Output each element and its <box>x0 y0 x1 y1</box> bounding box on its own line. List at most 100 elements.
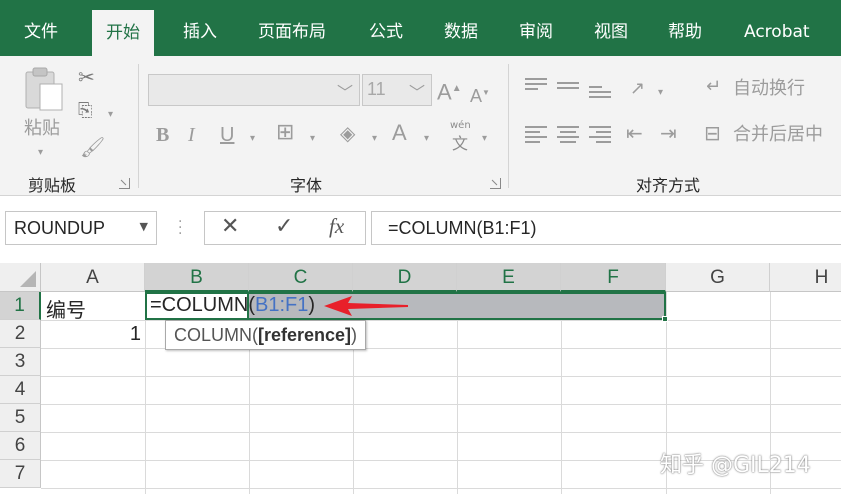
tab-data[interactable]: 数据 <box>444 0 478 56</box>
clipboard-icon <box>25 67 63 111</box>
row-header-6[interactable]: 6 <box>0 432 41 460</box>
select-all-button[interactable] <box>0 263 41 292</box>
grid-line <box>145 292 146 494</box>
align-top-icon[interactable] <box>525 78 547 96</box>
grid-line <box>41 376 841 377</box>
cancel-icon[interactable]: ✕ <box>221 214 239 239</box>
ribbon-tab-bar: 文件 开始 插入 页面布局 公式 数据 审阅 视图 帮助 Acrobat <box>0 0 841 56</box>
font-size-combo[interactable]: 11 ﹀ <box>362 74 432 106</box>
align-middle-icon[interactable] <box>557 82 579 100</box>
font-launcher-icon[interactable] <box>490 178 501 189</box>
orientation-dropdown-icon[interactable]: ▾ <box>658 82 663 104</box>
formula-buttons: ✕ ✓ fx <box>204 211 366 245</box>
grid-line <box>41 488 841 489</box>
group-divider <box>138 64 139 188</box>
phonetic-guide-icon[interactable]: wén 文 <box>448 120 476 153</box>
grid-line <box>41 432 841 433</box>
align-left-icon[interactable] <box>525 126 547 144</box>
tab-help[interactable]: 帮助 <box>668 0 702 56</box>
border-dropdown-icon[interactable]: ▾ <box>310 128 315 150</box>
name-box[interactable]: ROUNDUP ▼ <box>5 211 157 245</box>
underline-icon[interactable]: U <box>220 124 234 146</box>
cell-a1[interactable]: 编号 <box>46 294 86 323</box>
column-header-f[interactable]: F <box>561 263 666 292</box>
row-header-4[interactable]: 4 <box>0 376 41 404</box>
cell-b1-editor[interactable]: =COLUMN(B1:F1) <box>150 294 315 317</box>
underline-dropdown-icon[interactable]: ▾ <box>250 128 255 150</box>
format-painter-icon[interactable]: 🖌 <box>80 136 105 158</box>
column-header-e[interactable]: E <box>457 263 561 292</box>
alignment-group-label: 对齐方式 <box>636 176 701 195</box>
align-bottom-icon[interactable] <box>589 86 611 104</box>
decrease-font-icon[interactable]: A▼ <box>470 82 490 107</box>
tab-file[interactable]: 文件 <box>24 0 58 56</box>
tooltip-argument[interactable]: [reference] <box>258 325 351 345</box>
italic-icon[interactable]: I <box>188 124 195 146</box>
edit-reference: B1:F1 <box>255 294 309 316</box>
column-header-c[interactable]: C <box>249 263 353 292</box>
edit-suffix: ) <box>308 294 316 316</box>
chevron-down-icon: ﹀ <box>336 83 353 102</box>
row-header-3[interactable]: 3 <box>0 348 41 376</box>
function-tooltip: COLUMN([reference]) <box>165 320 367 350</box>
cut-icon[interactable]: ✂ <box>78 66 95 88</box>
tab-home[interactable]: 开始 <box>92 10 154 56</box>
enter-icon[interactable]: ✓ <box>275 214 293 239</box>
name-box-value: ROUNDUP <box>14 218 106 238</box>
increase-font-icon[interactable]: A▲ <box>437 78 462 103</box>
font-size-value: 11 <box>367 79 386 99</box>
row-header-5[interactable]: 5 <box>0 404 41 432</box>
increase-indent-icon[interactable]: ⇥ <box>660 122 677 144</box>
tooltip-suffix: ) <box>351 325 358 345</box>
formula-bar-splitter[interactable]: · · · <box>178 215 182 241</box>
fill-color-icon[interactable]: ◈ <box>340 122 355 144</box>
align-right-icon[interactable] <box>589 126 611 144</box>
orientation-icon[interactable]: ↗ <box>630 78 645 100</box>
formula-input[interactable]: =COLUMN(B1:F1) <box>371 211 841 245</box>
ribbon-home: 粘贴 ▾ ✂ ⎘ ▾ 🖌 剪贴板 ﹀ 11 ﹀ A▲ A▼ B I U ▾ ⊞ … <box>0 56 841 196</box>
font-name-combo[interactable]: ﹀ <box>148 74 360 106</box>
worksheet-grid[interactable]: A B C D E F G H 1 2 3 4 5 6 7 编号 1 =COLU… <box>0 263 841 494</box>
cell-a2[interactable]: 1 <box>41 323 141 346</box>
phonetic-bottom-glyph: 文 <box>452 134 469 153</box>
group-divider <box>508 64 509 188</box>
tab-review[interactable]: 审阅 <box>519 0 553 56</box>
name-box-dropdown-icon[interactable]: ▼ <box>140 220 148 233</box>
copy-dropdown-icon[interactable]: ▾ <box>108 104 113 126</box>
fill-dropdown-icon[interactable]: ▾ <box>372 128 377 150</box>
excel-window: 文件 开始 插入 页面布局 公式 数据 审阅 视图 帮助 Acrobat 粘贴 … <box>0 0 841 494</box>
grid-line <box>41 320 841 321</box>
align-center-icon[interactable] <box>557 126 579 144</box>
bold-icon[interactable]: B <box>156 124 169 146</box>
wrap-text-button[interactable]: 自动换行 <box>733 78 805 100</box>
decrease-indent-icon[interactable]: ⇤ <box>626 122 643 144</box>
merge-center-button[interactable]: 合并后居中 <box>733 124 823 146</box>
row-header-2[interactable]: 2 <box>0 320 41 348</box>
column-header-g[interactable]: G <box>666 263 770 292</box>
copy-icon[interactable]: ⎘ <box>78 100 92 122</box>
row-header-1[interactable]: 1 <box>0 292 41 320</box>
tab-acrobat[interactable]: Acrobat <box>744 0 810 56</box>
insert-function-icon[interactable]: fx <box>329 214 344 239</box>
border-icon[interactable]: ⊞ <box>276 122 294 144</box>
row-header-7[interactable]: 7 <box>0 460 41 488</box>
paste-dropdown-icon[interactable]: ▾ <box>38 142 43 164</box>
tab-formulas[interactable]: 公式 <box>369 0 403 56</box>
merge-center-icon[interactable]: ⊟ <box>704 122 721 144</box>
fill-handle[interactable] <box>662 316 668 322</box>
clipboard-launcher-icon[interactable] <box>119 178 130 189</box>
phonetic-dropdown-icon[interactable]: ▾ <box>482 128 487 150</box>
column-header-d[interactable]: D <box>353 263 457 292</box>
paste-button[interactable]: 粘贴 ▾ <box>20 66 68 160</box>
wrap-text-icon[interactable]: ↵ <box>706 76 721 98</box>
font-color-dropdown-icon[interactable]: ▾ <box>424 128 429 150</box>
tab-page-layout[interactable]: 页面布局 <box>258 0 326 56</box>
column-header-b[interactable]: B <box>145 263 249 292</box>
formula-bar: ROUNDUP ▼ · · · ✕ ✓ fx =COLUMN(B1:F1) <box>0 197 841 263</box>
column-header-a[interactable]: A <box>41 263 145 292</box>
font-group-label: 字体 <box>290 176 323 195</box>
tab-view[interactable]: 视图 <box>594 0 628 56</box>
font-color-icon[interactable]: A <box>392 122 407 144</box>
column-header-h[interactable]: H <box>770 263 841 292</box>
tab-insert[interactable]: 插入 <box>183 0 217 56</box>
